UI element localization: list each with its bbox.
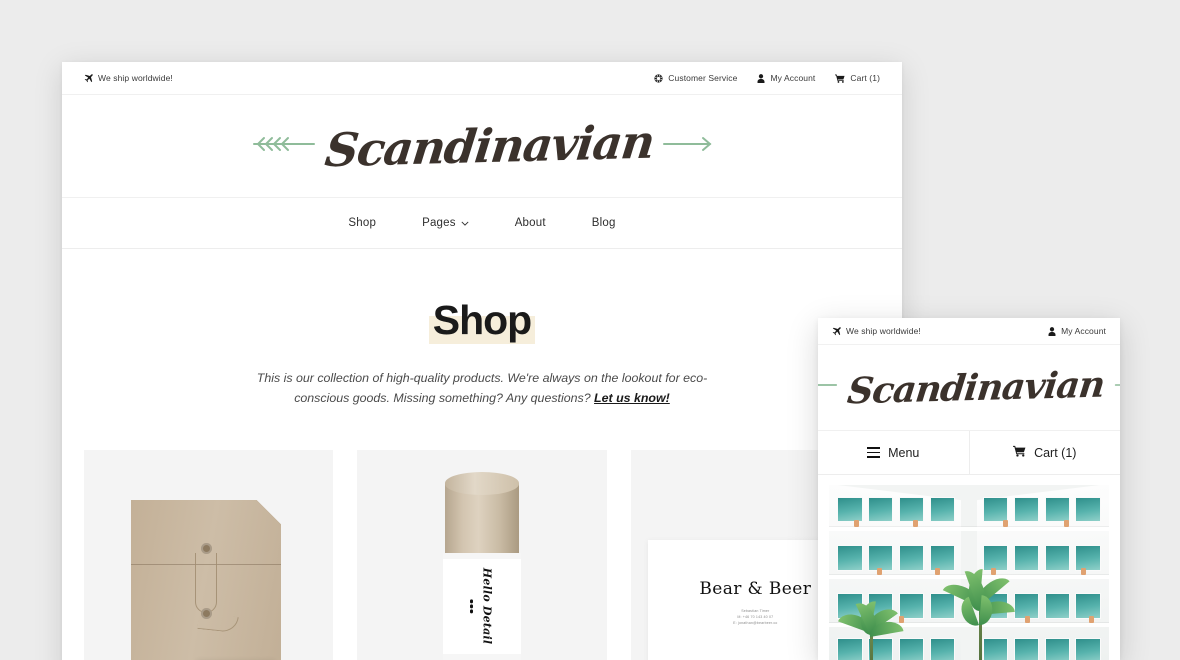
shopping-cart-icon bbox=[1013, 445, 1026, 460]
desktop-logo-band: Scandinavian bbox=[62, 95, 902, 198]
nav-item-about[interactable]: About bbox=[515, 217, 546, 229]
tube-cap bbox=[444, 472, 520, 495]
product-card-envelopes[interactable]: Eco-conscious Envelopes KRAFT PAPER Hell… bbox=[84, 450, 334, 660]
cart-link[interactable]: Cart (1) bbox=[835, 73, 880, 83]
mobile-main-nav: Menu Cart (1) bbox=[818, 431, 1120, 475]
mobile-cart-button[interactable]: Cart (1) bbox=[968, 431, 1121, 474]
cart-label: Cart (1) bbox=[850, 73, 880, 83]
mobile-hero-photo bbox=[829, 485, 1109, 660]
customer-service-link[interactable]: Customer Service bbox=[654, 73, 737, 83]
mobile-cart-label: Cart (1) bbox=[1034, 445, 1077, 460]
mobile-my-account-link[interactable]: My Account bbox=[1048, 326, 1106, 336]
tube-label-dots bbox=[469, 599, 473, 614]
mobile-my-account-label: My Account bbox=[1061, 326, 1106, 336]
life-ring-icon bbox=[654, 73, 663, 83]
envelope-image: Eco-conscious Envelopes KRAFT PAPER Hell… bbox=[131, 499, 282, 660]
mobile-logo-band: Scandinavian bbox=[818, 345, 1120, 431]
arrow-right-icon bbox=[662, 131, 714, 162]
shipping-notice: We ship worldwide! bbox=[84, 73, 173, 83]
shopping-cart-icon bbox=[835, 74, 845, 83]
nav-item-label: About bbox=[514, 217, 546, 229]
page-header: Shop This is our collection of high-qual… bbox=[62, 249, 902, 408]
desktop-main-nav: Shop Pages About Blog bbox=[62, 198, 902, 249]
chevron-down-icon bbox=[461, 217, 469, 229]
mobile-shipping-notice: We ship worldwide! bbox=[832, 326, 921, 336]
mobile-shipping-notice-label: We ship worldwide! bbox=[846, 326, 921, 336]
product-card-mailing-tube[interactable]: Hello Detail bbox=[357, 450, 607, 660]
building-illustration bbox=[829, 485, 1109, 660]
user-icon bbox=[757, 73, 765, 83]
mobile-top-utility-bar: We ship worldwide! My Account bbox=[818, 318, 1120, 345]
nav-item-pages[interactable]: Pages bbox=[422, 217, 469, 229]
business-card-title: Bear & Beer bbox=[699, 578, 812, 599]
page-title: Shop bbox=[428, 298, 536, 345]
my-account-link[interactable]: My Account bbox=[757, 73, 815, 83]
business-card-contact-lines: Sebastian Timer M: +46 70 143 40 07 E: j… bbox=[733, 608, 777, 627]
product-grid: Eco-conscious Envelopes KRAFT PAPER Hell… bbox=[62, 408, 902, 660]
hamburger-icon bbox=[867, 447, 881, 458]
feathered-arrow-left-icon bbox=[250, 131, 316, 162]
screenshot-stage: We ship worldwide! Customer Service My A… bbox=[0, 0, 1180, 660]
nav-item-label: Blog bbox=[591, 217, 616, 229]
envelope-string-tail bbox=[197, 613, 239, 634]
mobile-viewport: We ship worldwide! My Account Scandinavi… bbox=[818, 318, 1120, 660]
my-account-label: My Account bbox=[770, 73, 816, 83]
site-logo[interactable]: Scandinavian bbox=[250, 115, 715, 177]
feathered-arrow-left-icon bbox=[818, 374, 838, 401]
building-floor-row bbox=[829, 492, 1109, 533]
airplane-icon bbox=[832, 326, 841, 336]
tube-label-text: Hello Detail bbox=[480, 568, 494, 645]
envelope-string bbox=[195, 552, 218, 613]
mobile-site-logo[interactable]: Scandinavian bbox=[818, 363, 1120, 412]
nav-item-blog[interactable]: Blog bbox=[592, 217, 616, 229]
desktop-top-utility-bar: We ship worldwide! Customer Service My A… bbox=[62, 62, 902, 95]
let-us-know-link[interactable]: Let us know! bbox=[594, 391, 670, 405]
mailing-tube-image: Hello Detail bbox=[443, 472, 521, 660]
airplane-icon bbox=[84, 73, 93, 83]
nav-item-label: Pages bbox=[422, 217, 456, 229]
desktop-viewport: We ship worldwide! Customer Service My A… bbox=[62, 62, 902, 660]
mobile-menu-label: Menu bbox=[888, 445, 920, 460]
nav-item-shop[interactable]: Shop bbox=[348, 217, 376, 229]
brand-wordmark: Scandinavian bbox=[321, 114, 657, 178]
page-description: This is our collection of high-quality p… bbox=[236, 368, 728, 408]
user-icon bbox=[1048, 326, 1056, 336]
mobile-brand-wordmark: Scandinavian bbox=[845, 363, 1107, 412]
customer-service-label: Customer Service bbox=[668, 73, 738, 83]
nav-item-label: Shop bbox=[348, 217, 377, 229]
tube-wrap-label: Hello Detail bbox=[443, 552, 521, 660]
mobile-menu-button[interactable]: Menu bbox=[818, 431, 969, 474]
arrow-right-icon bbox=[1114, 374, 1120, 401]
shipping-notice-label: We ship worldwide! bbox=[98, 73, 173, 83]
business-card-line: E: jonathan@bearbeer.co bbox=[733, 621, 778, 626]
